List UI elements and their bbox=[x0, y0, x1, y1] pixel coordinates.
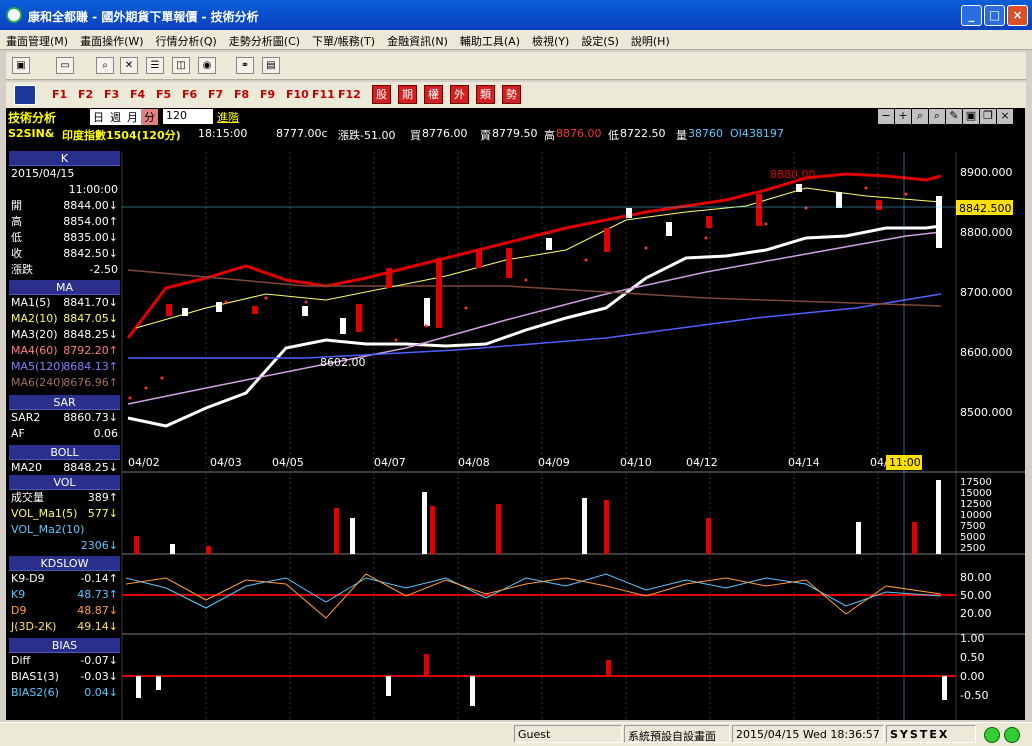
date-tick: 04/08 bbox=[458, 456, 490, 469]
fkey-f6[interactable]: F6 bbox=[182, 88, 197, 101]
bias-axis: 1.00 0.50 0.00 -0.50 bbox=[960, 632, 988, 702]
search-icon[interactable]: ⌕ bbox=[96, 57, 114, 74]
vol-tick: 17500 bbox=[960, 477, 992, 488]
fkey-f5[interactable]: F5 bbox=[156, 88, 171, 101]
grid-lines bbox=[121, 152, 1025, 720]
fkey-f4[interactable]: F4 bbox=[130, 88, 145, 101]
options-button[interactable]: 權 bbox=[424, 85, 443, 104]
fkey-f1[interactable]: F1 bbox=[52, 88, 67, 101]
status-layout: 系統預設自設畫面 bbox=[624, 725, 730, 743]
category-button[interactable]: 類 bbox=[476, 85, 495, 104]
function-key-bar: F1 F2 F3 F4 F5 F6 F7 F8 F9 F10 F11 F12 股… bbox=[6, 82, 1026, 108]
price-tick: 8500.000 bbox=[960, 406, 1013, 419]
date-tick: 04/14 bbox=[788, 456, 820, 469]
menu-trend-chart[interactable]: 走勢分析圖(C) bbox=[223, 30, 306, 49]
menu-tools[interactable]: 輔助工具(A) bbox=[454, 30, 526, 49]
volume-bars bbox=[134, 480, 941, 554]
fkey-f10[interactable]: F10 bbox=[286, 88, 309, 101]
bias-tick: 0.50 bbox=[960, 651, 985, 664]
price-tick: 8700.000 bbox=[960, 286, 1013, 299]
date-tick: 04/03 bbox=[210, 456, 242, 469]
menu-screen-op[interactable]: 畫面操作(W) bbox=[74, 30, 149, 49]
bias-tick: -0.50 bbox=[960, 689, 988, 702]
high-annotation: 8880.00 bbox=[770, 168, 816, 181]
window-icon[interactable]: ▣ bbox=[12, 57, 30, 74]
fkey-f9[interactable]: F9 bbox=[260, 88, 275, 101]
kd-tick: 80.00 bbox=[960, 571, 992, 584]
fkey-f2[interactable]: F2 bbox=[78, 88, 93, 101]
date-tick: 04/ bbox=[870, 456, 888, 469]
date-tick: 04/09 bbox=[538, 456, 570, 469]
bollinger-upper-line bbox=[126, 172, 942, 339]
server-status-icon bbox=[1004, 727, 1020, 743]
menu-quote-analysis[interactable]: 行情分析(Q) bbox=[150, 30, 223, 49]
price-tick: 8800.000 bbox=[960, 226, 1013, 239]
date-tick: 04/12 bbox=[686, 456, 718, 469]
fkey-f3[interactable]: F3 bbox=[104, 88, 119, 101]
sar-dots bbox=[128, 186, 908, 400]
fkey-f7[interactable]: F7 bbox=[208, 88, 223, 101]
title-bar: 康和全都賺 - 國外期貨下單報價 - 技術分析 _ □ × bbox=[0, 0, 1032, 30]
vol-tick: 2500 bbox=[960, 543, 985, 554]
status-user: Guest bbox=[514, 725, 622, 743]
current-time-tick: 11:00 bbox=[889, 456, 921, 469]
vol-tick: 10000 bbox=[960, 510, 992, 521]
ma-lines bbox=[127, 187, 942, 405]
toolbar: ▣ ▭ ⌕ ✕ ☰ ◫ ◉ ⚭ ▤ bbox=[6, 52, 1026, 80]
link-icon[interactable]: ⚭ bbox=[236, 57, 254, 74]
maximize-button[interactable]: □ bbox=[984, 5, 1005, 26]
menu-screen-mgmt[interactable]: 畫面管理(M) bbox=[0, 30, 74, 49]
list-icon[interactable]: ☰ bbox=[146, 57, 164, 74]
app-icon bbox=[6, 7, 22, 23]
date-tick: 04/07 bbox=[374, 456, 406, 469]
bias-tick: 0.00 bbox=[960, 670, 985, 683]
kd-axis: 80.00 50.00 20.00 bbox=[960, 571, 992, 620]
date-tick: 04/05 bbox=[272, 456, 304, 469]
status-datetime: 2015/04/15 Wed 18:36:57 bbox=[732, 725, 884, 743]
kd-tick: 50.00 bbox=[960, 589, 992, 602]
kd-tick: 20.00 bbox=[960, 607, 992, 620]
low-annotation: 8602.00 bbox=[320, 356, 366, 369]
futures-button[interactable]: 期 bbox=[398, 85, 417, 104]
window-title: 康和全都賺 - 國外期貨下單報價 - 技術分析 bbox=[28, 10, 259, 24]
status-bar: Guest 系統預設自設畫面 2015/04/15 Wed 18:36:57 S… bbox=[0, 722, 1032, 746]
stock-button[interactable]: 股 bbox=[372, 85, 391, 104]
tech-analysis-panel: 技術分析 日 週 月 分 120 進階 − + ⌕ ⌕ ✎ ▣ ❐ × S2SIN& 印度指數… bbox=[6, 108, 1025, 720]
vol-tick: 15000 bbox=[960, 488, 992, 499]
menu-finance-info[interactable]: 金融資訊(N) bbox=[381, 30, 454, 49]
screen-icon[interactable]: ▤ bbox=[262, 57, 280, 74]
tile-icon[interactable]: ◫ bbox=[172, 57, 190, 74]
price-tick: 8900.000 bbox=[960, 166, 1013, 179]
foreign-button[interactable]: 外 bbox=[450, 85, 469, 104]
date-tick: 04/02 bbox=[128, 456, 160, 469]
monitor-icon[interactable]: ▭ bbox=[56, 57, 74, 74]
vol-tick: 12500 bbox=[960, 499, 992, 510]
trend-button[interactable]: 勢 bbox=[502, 85, 521, 104]
fkey-f11[interactable]: F11 bbox=[312, 88, 335, 101]
minimize-button[interactable]: _ bbox=[961, 5, 982, 26]
fkey-f12[interactable]: F12 bbox=[338, 88, 361, 101]
chart-canvas[interactable]: 8880.00 8602.00 8900.000 8800.000 8700.0… bbox=[6, 108, 1025, 720]
price-tick: 8600.000 bbox=[960, 346, 1013, 359]
close-button[interactable]: × bbox=[1007, 5, 1028, 26]
menu-view[interactable]: 檢視(Y) bbox=[526, 30, 575, 49]
bollinger-lower-line bbox=[127, 224, 942, 428]
globe-icon[interactable]: ◉ bbox=[198, 57, 216, 74]
bias-tick: 1.00 bbox=[960, 632, 985, 645]
menu-order[interactable]: 下單/帳務(T) bbox=[306, 30, 381, 49]
vol-tick: 5000 bbox=[960, 532, 985, 543]
logo-icon[interactable] bbox=[14, 85, 36, 105]
vol-tick: 7500 bbox=[960, 521, 985, 532]
status-brand: SYSTEX bbox=[886, 725, 976, 743]
fkey-f8[interactable]: F8 bbox=[234, 88, 249, 101]
close-window-icon[interactable]: ✕ bbox=[120, 57, 138, 74]
date-tick: 04/10 bbox=[620, 456, 652, 469]
volume-axis: 17500 15000 12500 10000 7500 5000 2500 bbox=[960, 477, 992, 554]
menu-help[interactable]: 說明(H) bbox=[625, 30, 676, 49]
menu-bar: 畫面管理(M) 畫面操作(W) 行情分析(Q) 走勢分析圖(C) 下單/帳務(T) 金融資… bbox=[0, 30, 1032, 50]
menu-settings[interactable]: 設定(S) bbox=[575, 30, 625, 49]
date-axis: 04/02 04/03 04/05 04/07 04/08 04/09 04/1… bbox=[128, 455, 922, 470]
price-marker: 8842.500 bbox=[959, 202, 1012, 215]
connection-icon bbox=[984, 727, 1000, 743]
